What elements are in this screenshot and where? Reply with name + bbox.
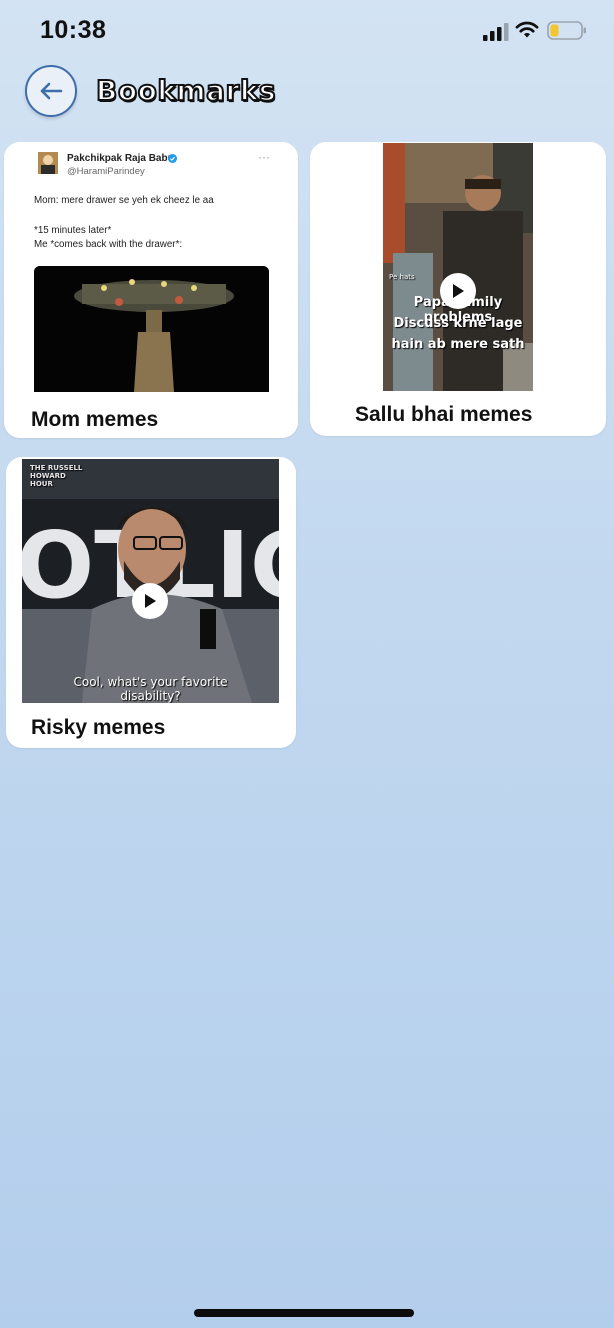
wifi-icon [515, 21, 539, 38]
bookmark-label: Sallu bhai memes [355, 403, 533, 426]
tweet-author-handle: @HaramiParindey [67, 166, 145, 177]
tweet-avatar [38, 152, 58, 174]
video-caption-line: Cool, what's your favorite [73, 675, 228, 689]
video-channel-logo: THE RUSSELL HOWARD HOUR [30, 464, 83, 488]
tweet-author-name: Pakchikpak Raja Babu [67, 153, 174, 164]
battery-icon [547, 21, 586, 40]
video-caption-line: hain ab mere sath [391, 337, 525, 352]
tweet-text-line: Me *comes back with the drawer*: [34, 239, 183, 250]
tweet-text-line: *15 minutes later* [34, 225, 112, 236]
status-bar: 10:38 [0, 0, 614, 60]
video-watermark: Pe hats [389, 273, 415, 281]
video-thumbnail[interactable]: OTLIGH THE RUSSELL HOWARD HOUR Cool, wha… [22, 459, 279, 703]
arrow-left-icon [40, 82, 63, 100]
play-button[interactable] [132, 583, 168, 619]
play-icon [145, 594, 156, 608]
more-options-icon: ··· [258, 150, 270, 164]
tweet-image [34, 266, 269, 392]
status-time: 10:38 [40, 16, 107, 44]
cellular-signal-icon [483, 23, 509, 41]
home-indicator[interactable] [194, 1309, 414, 1317]
video-caption-line: Discuss krne lage [393, 316, 523, 331]
video-thumbnail[interactable]: Pe hats Papa Family problems Discuss krn… [383, 143, 533, 391]
play-icon [453, 284, 464, 298]
bookmark-label: Risky memes [31, 716, 166, 739]
page-title: Bookmarks [95, 73, 277, 108]
verified-badge-icon [168, 154, 177, 163]
tweet-text-line: Mom: mere drawer se yeh ek cheez le aa [34, 195, 214, 206]
bookmark-label: Mom memes [31, 408, 159, 431]
back-button[interactable] [25, 65, 77, 117]
play-button[interactable] [440, 273, 476, 309]
video-caption-line: disability? [120, 689, 181, 703]
